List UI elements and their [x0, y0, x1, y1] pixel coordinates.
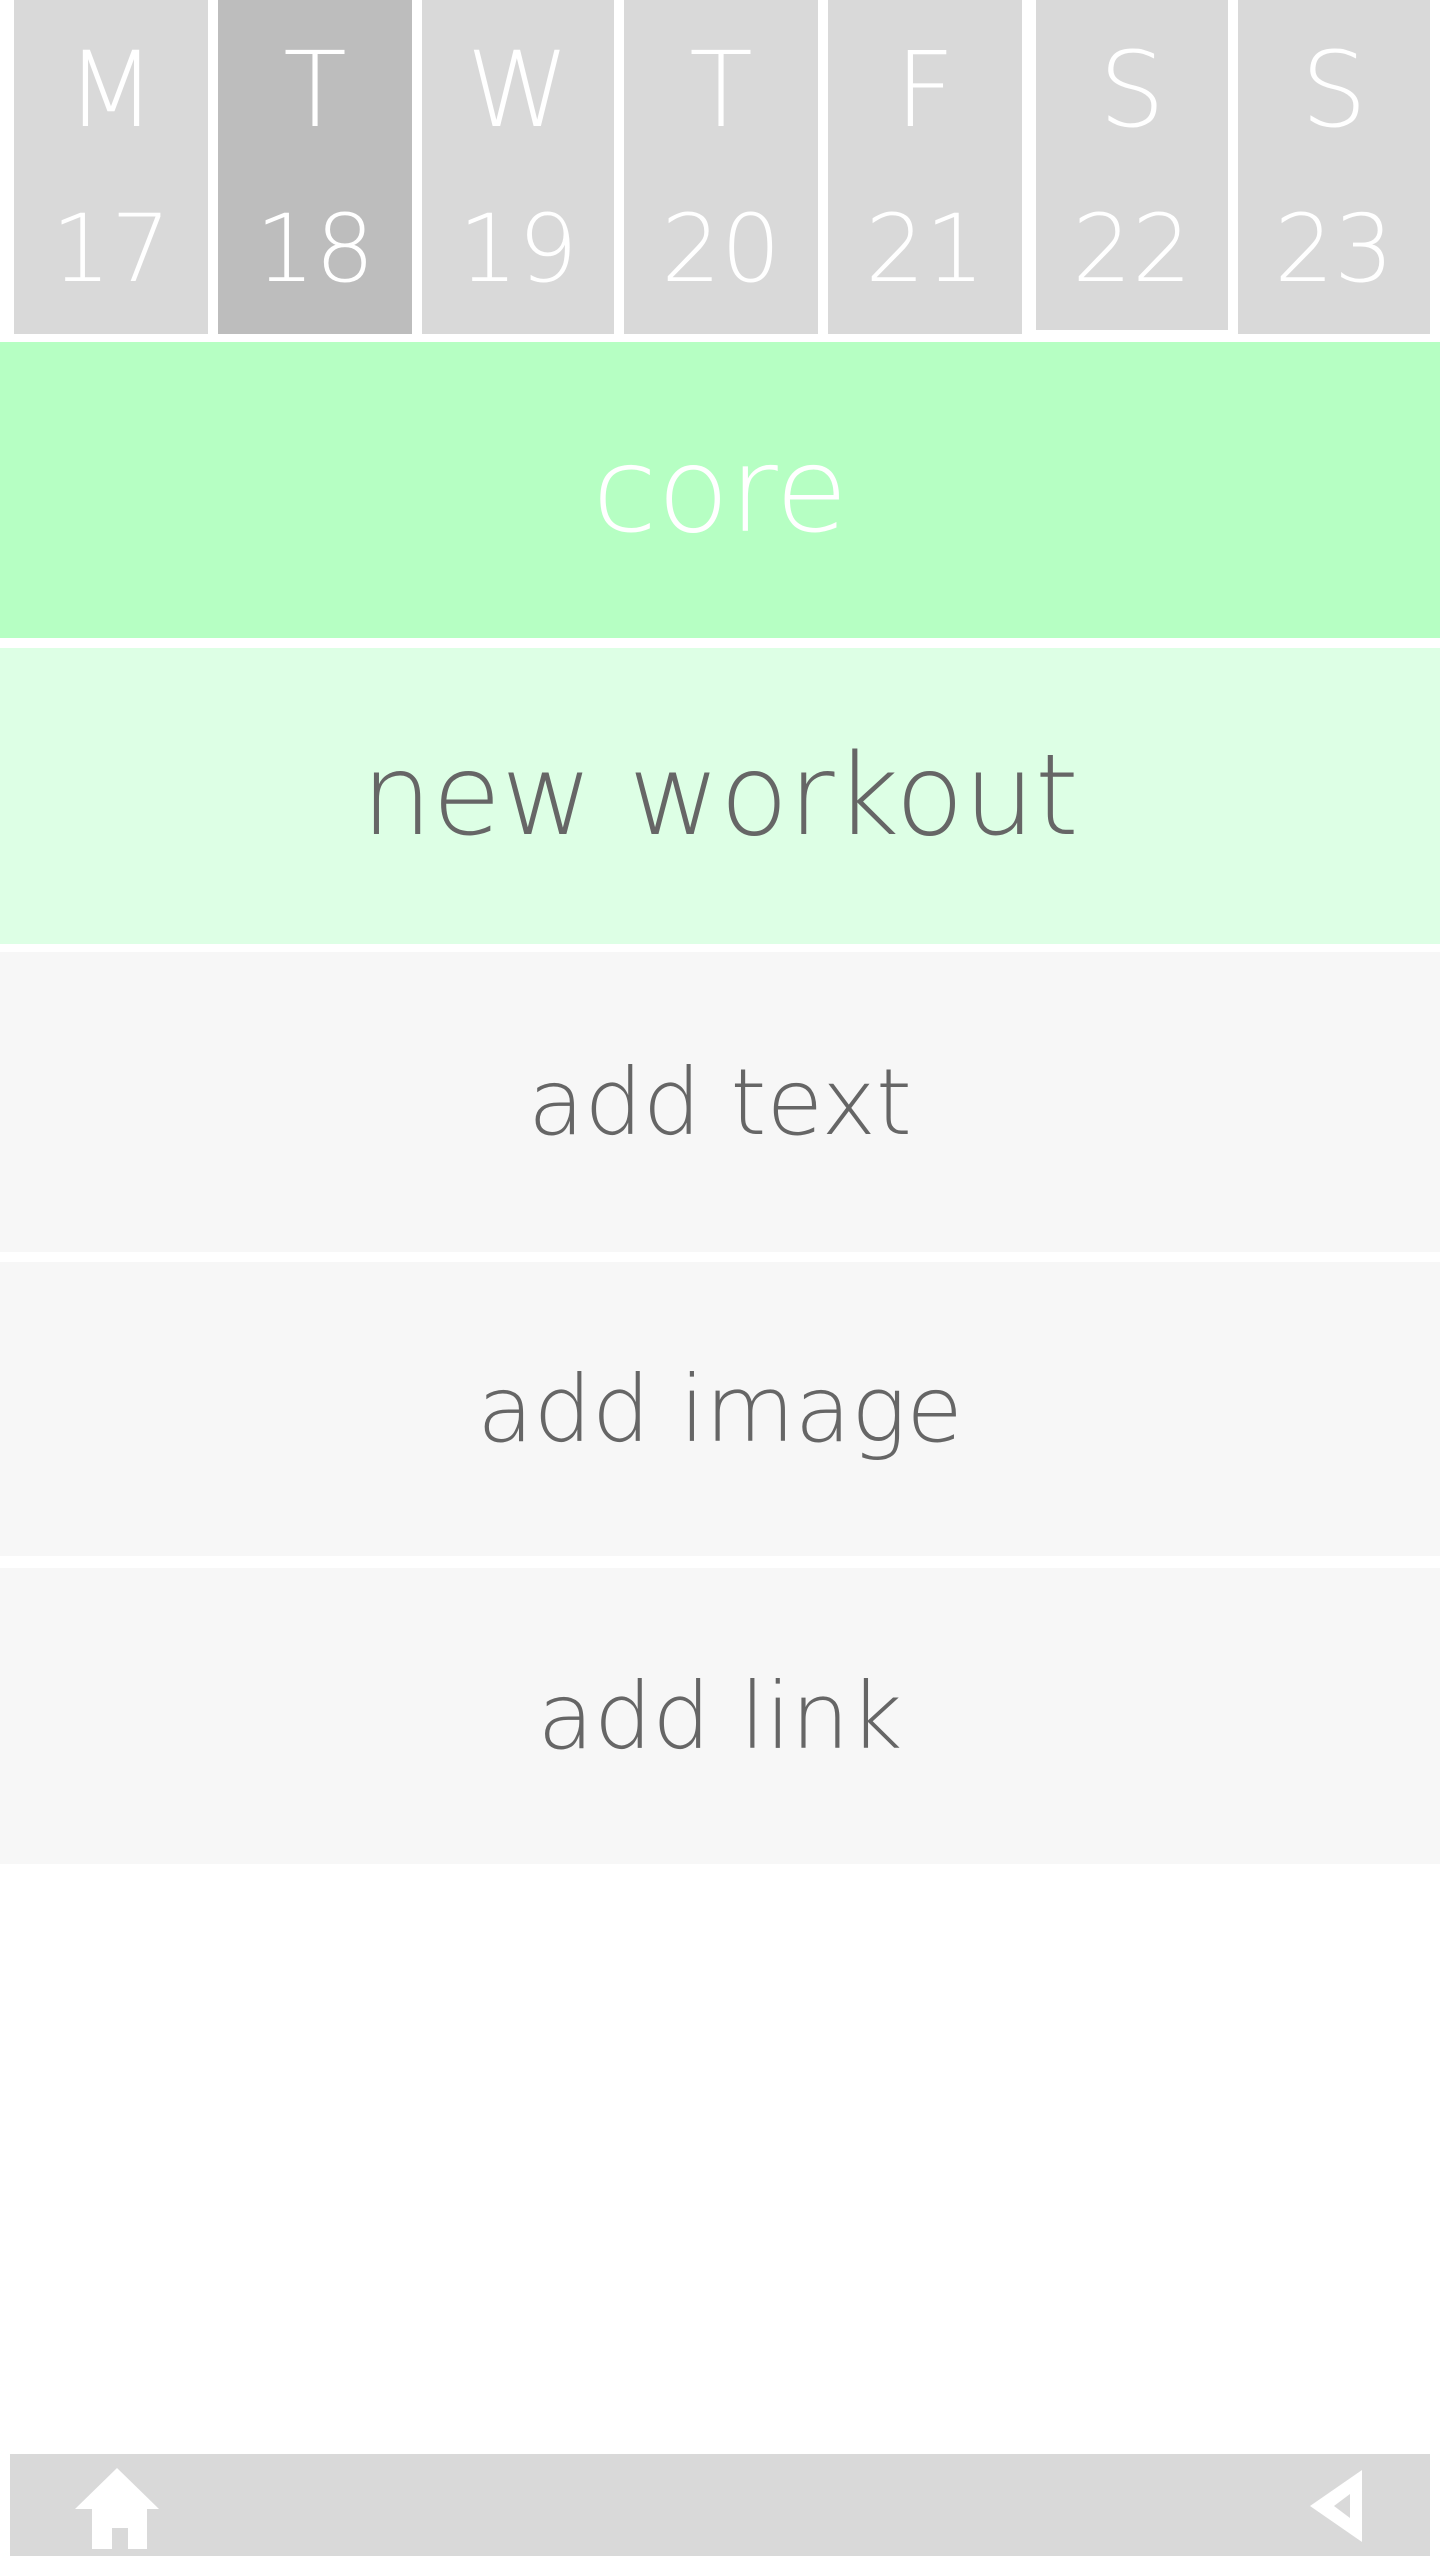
- day-number: 18: [255, 195, 375, 304]
- add-image-label: add image: [477, 1355, 963, 1463]
- day-number: 23: [1274, 195, 1394, 304]
- day-friday[interactable]: F 21: [828, 0, 1022, 334]
- add-text-label: add text: [528, 1048, 912, 1156]
- day-number: 20: [661, 195, 781, 304]
- day-saturday[interactable]: S 22: [1036, 0, 1228, 330]
- add-link-label: add link: [537, 1662, 903, 1770]
- day-number: 21: [865, 195, 985, 304]
- day-monday[interactable]: M 17: [14, 0, 208, 334]
- add-link-button[interactable]: add link: [0, 1568, 1440, 1864]
- back-triangle-icon: [1310, 2470, 1362, 2542]
- add-image-button[interactable]: add image: [0, 1262, 1440, 1556]
- day-letter: T: [283, 29, 347, 151]
- day-number: 19: [458, 195, 578, 304]
- day-wednesday[interactable]: W 19: [422, 0, 614, 334]
- day-letter: F: [895, 29, 955, 151]
- day-letter: S: [1098, 29, 1165, 151]
- bottom-nav-bar: [10, 2454, 1430, 2556]
- home-button[interactable]: [72, 2462, 162, 2552]
- back-button[interactable]: [1310, 2468, 1376, 2544]
- home-icon: [75, 2468, 159, 2549]
- add-text-button[interactable]: add text: [0, 952, 1440, 1252]
- day-letter: M: [66, 29, 156, 151]
- day-number: 22: [1072, 195, 1192, 304]
- week-strip: M 17 T 18 W 19 T 20 F 21 S 22 S 23: [0, 0, 1440, 340]
- day-number: 17: [51, 195, 171, 304]
- day-letter: W: [466, 29, 570, 151]
- day-letter: S: [1300, 29, 1367, 151]
- workout-core-label: core: [592, 421, 848, 559]
- workout-core-row[interactable]: core: [0, 342, 1440, 638]
- day-sunday[interactable]: S 23: [1238, 0, 1430, 334]
- day-tuesday-selected[interactable]: T 18: [218, 0, 412, 334]
- day-thursday[interactable]: T 20: [624, 0, 818, 334]
- new-workout-button[interactable]: new workout: [0, 648, 1440, 944]
- new-workout-label: new workout: [361, 731, 1079, 861]
- day-letter: T: [689, 29, 753, 151]
